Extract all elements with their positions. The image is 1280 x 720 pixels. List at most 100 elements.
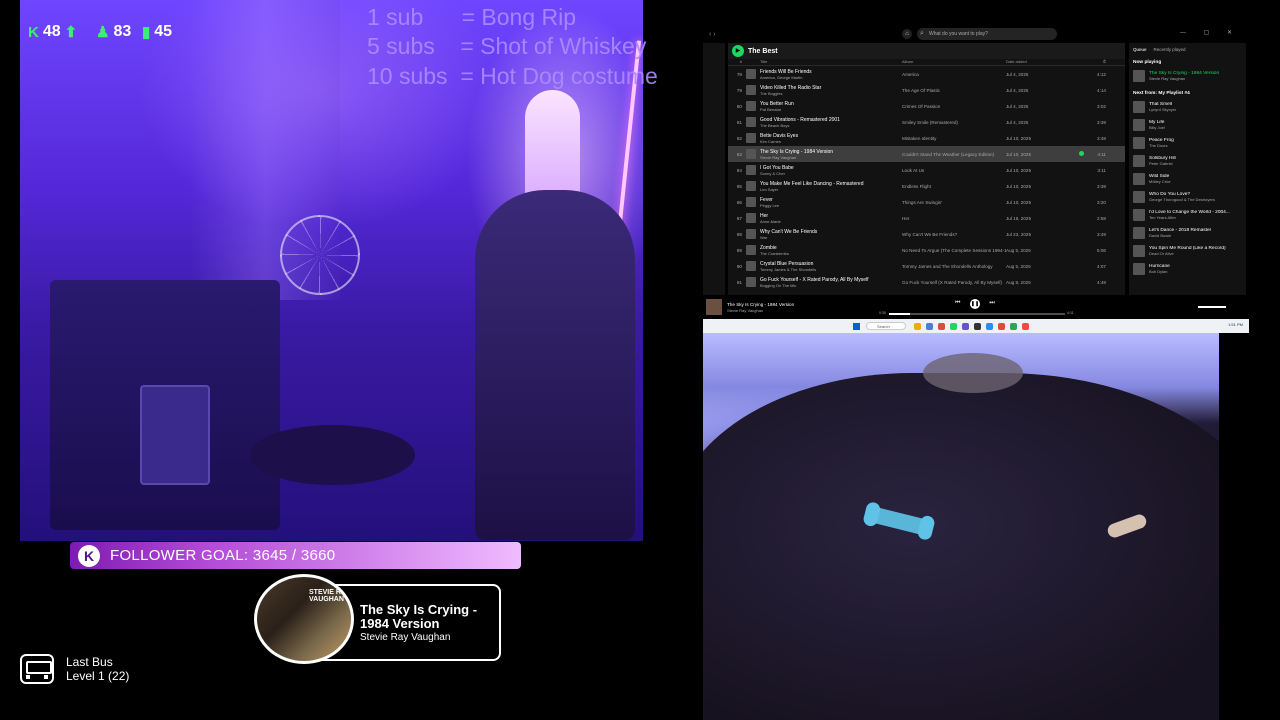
track-row[interactable]: 80 You Better Run Pat Benatar Crimes Of … — [728, 98, 1125, 114]
pause-icon[interactable]: ❚❚ — [970, 299, 980, 309]
track-number: 83 — [736, 151, 742, 157]
album-art-disc: STEVIE RAY VAUGHAN — [254, 574, 354, 664]
track-duration: 3:11 — [1097, 167, 1106, 173]
last-bus-title: Last Bus — [66, 655, 113, 669]
track-date-added: Jul 4, 2025 — [1006, 71, 1029, 77]
queue-item[interactable]: Let's Dance - 2018 Remaster David Bowie — [1133, 226, 1242, 240]
track-artist: Bogging On The Mic — [760, 282, 797, 288]
nav-arrows-icon[interactable]: ‹ › — [709, 31, 716, 38]
queue-item[interactable]: Peace Frog The Doors — [1133, 136, 1242, 150]
track-row[interactable]: 89 Zombie The Cranberries No Need To Arg… — [728, 242, 1125, 258]
track-date-added: Jul 10, 2025 — [1006, 167, 1032, 173]
album-art — [1133, 227, 1145, 239]
windows-taskbar: Search 1:51 PM — [703, 319, 1249, 333]
sub-goal-line: 10 subs = Hot Dog costume — [367, 63, 658, 89]
queue-artist: Mötley Crüe — [1149, 179, 1171, 184]
album-art — [746, 69, 756, 79]
track-row[interactable]: 91 Go Fuck Yourself - X Rated Parody, Al… — [728, 274, 1125, 290]
col-duration: ⏱ — [1102, 59, 1106, 64]
queue-item[interactable]: My Life Billy Joel — [1133, 118, 1242, 132]
track-row[interactable]: 87 Her Anne-Marie Her Jul 16, 2025 2:58 — [728, 210, 1125, 226]
stat-value: 83 — [113, 23, 132, 40]
volume-slider[interactable] — [1198, 306, 1226, 308]
app-icon[interactable] — [1022, 322, 1029, 330]
taskbar-search[interactable]: Search — [866, 322, 906, 330]
progress-bar[interactable] — [889, 313, 1065, 315]
home-icon[interactable]: ⌂ — [902, 29, 912, 39]
queue-item[interactable]: Wild Side Mötley Crüe — [1133, 172, 1242, 186]
app-icon[interactable] — [926, 322, 933, 330]
track-row[interactable]: 81 Good Vibrations - Remastered 2001 The… — [728, 114, 1125, 130]
album-art — [1133, 191, 1145, 203]
track-duration: 4:07 — [1097, 263, 1106, 269]
col-title[interactable]: Title — [760, 59, 902, 65]
track-date-added: Jul 4, 2025 — [1006, 103, 1029, 109]
queue-item[interactable]: Hurricane Bob Dylan — [1133, 262, 1242, 276]
album-art — [746, 133, 756, 143]
queue-artist: The Doors — [1149, 143, 1168, 148]
track-row[interactable]: 79 Video Killed The Radio Star The Buggl… — [728, 82, 1125, 98]
spider-web-decoration — [280, 215, 360, 295]
track-row[interactable]: 78 Friends Will Be Friends America, Geor… — [728, 66, 1125, 82]
track-row[interactable]: 85 You Make Me Feel Like Dancing - Remas… — [728, 178, 1125, 194]
track-row[interactable]: 83 The Sky Is Crying - 1984 Version Stev… — [728, 146, 1125, 162]
play-icon[interactable]: ▶ — [732, 45, 744, 57]
track-row[interactable]: 86 Fever Peggy Lee Things Are Swingin' J… — [728, 194, 1125, 210]
queue-item[interactable]: I'd Love to Change the World - 2004... T… — [1133, 208, 1242, 222]
track-album: No Need To Argue (The Complete Sessions … — [902, 247, 1006, 253]
app-icon[interactable] — [938, 322, 945, 330]
track-album: The Age Of Plastic — [902, 87, 941, 93]
last-bus-level: Level 1 (22) — [66, 669, 130, 683]
track-album: Endless Flight — [902, 183, 931, 189]
app-icon[interactable] — [962, 322, 969, 330]
track-row[interactable]: 84 I Got You Babe Sonny & Cher Look At U… — [728, 162, 1125, 178]
queue-list: That Smell Lynyrd Skynyrd My Life Billy … — [1133, 100, 1242, 276]
tab-recently-played[interactable]: Recently played — [1154, 47, 1186, 52]
track-row[interactable]: 82 Bette Davis Eyes Kim Carnes Mistaken … — [728, 130, 1125, 146]
search-input[interactable]: What do you want to play? — [917, 28, 1057, 40]
follower-goal-bar: K FOLLOWER GOAL: 3645 / 3660 — [70, 542, 521, 569]
windows-start-icon[interactable] — [853, 322, 860, 330]
queue-item[interactable]: Solsbury Hill Peter Gabriel — [1133, 154, 1242, 168]
track-date-added: Aug 8, 2025 — [1006, 279, 1031, 285]
now-playing-widget: STEVIE RAY VAUGHAN The Sky Is Crying - 1… — [254, 574, 501, 664]
app-icon[interactable] — [914, 322, 921, 330]
track-list: 78 Friends Will Be Friends America, Geor… — [728, 66, 1125, 290]
track-row[interactable]: 88 Why Can't We Be Friends War Why Can't… — [728, 226, 1125, 242]
track-number: 89 — [736, 247, 742, 253]
system-clock[interactable]: 1:51 PM — [1228, 322, 1243, 327]
dark-blanket — [703, 373, 1219, 720]
window-controls-icon[interactable]: — ▢ ✕ — [1180, 29, 1240, 36]
track-row[interactable]: 90 Crystal Blue Persuasion Tommy James &… — [728, 258, 1125, 274]
queue-item[interactable]: You Spin Me Round (Like a Record) Dead O… — [1133, 244, 1242, 258]
track-album: Her — [902, 215, 910, 221]
track-date-added: Jul 16, 2025 — [1006, 215, 1032, 221]
app-icon[interactable] — [998, 322, 1005, 330]
queue-item[interactable]: That Smell Lynyrd Skynyrd — [1133, 100, 1242, 114]
stat-value: 48 — [42, 23, 61, 40]
album-art — [1133, 155, 1145, 167]
tab-queue[interactable]: Queue — [1133, 47, 1147, 52]
queue-panel: Queue Recently played Now playing The Sk… — [1129, 43, 1246, 295]
col-date[interactable]: Date added — [1006, 59, 1076, 65]
track-duration: 3:02 — [1097, 103, 1106, 109]
app-icon[interactable] — [1010, 322, 1017, 330]
track-number: 90 — [736, 263, 742, 269]
album-art — [746, 149, 756, 159]
app-icon[interactable] — [986, 322, 993, 330]
album-cover-text: STEVIE RAY VAUGHAN — [309, 589, 350, 603]
liked-check-icon[interactable] — [1079, 151, 1084, 156]
track-date-added: Jul 4, 2025 — [1006, 87, 1029, 93]
signal-bars-icon: ▮ — [142, 24, 151, 41]
spotify-icon[interactable] — [950, 322, 957, 330]
queue-item[interactable]: Who Do You Love? George Thorogood & The … — [1133, 190, 1242, 204]
track-album: America — [902, 71, 919, 77]
track-number: 91 — [736, 279, 742, 285]
queue-now-item[interactable]: The Sky Is Crying - 1984 Version Stevie … — [1133, 69, 1242, 83]
now-playing-artist: Stevie Ray Vaughan — [360, 632, 451, 643]
queue-artist: Bob Dylan — [1149, 269, 1168, 274]
album-art — [746, 245, 756, 255]
album-art — [706, 299, 722, 315]
app-icon[interactable] — [974, 322, 981, 330]
col-album[interactable]: Album — [902, 59, 1006, 65]
